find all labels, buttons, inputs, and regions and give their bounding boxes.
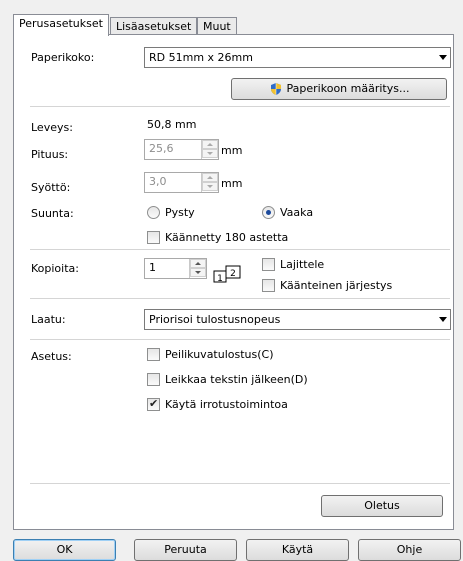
help-button[interactable]: Ohje xyxy=(358,539,461,561)
length-spinner[interactable]: 25,6 xyxy=(144,139,219,160)
feed-unit: mm xyxy=(221,177,243,190)
tab-lisaasetukset[interactable]: Lisäasetukset xyxy=(110,17,198,35)
paper-size-select[interactable]: RD 51mm x 26mm xyxy=(144,47,451,68)
separator xyxy=(30,249,450,250)
cut-after-text-label: Leikkaa tekstin jälkeen(D) xyxy=(165,373,308,386)
copies-label: Kopioita: xyxy=(31,262,79,275)
chevron-down-icon xyxy=(439,317,447,322)
spin-up-icon[interactable] xyxy=(190,259,206,268)
ok-button[interactable]: OK xyxy=(13,539,116,561)
quality-select[interactable]: Priorisoi tulostusnopeus xyxy=(144,309,451,330)
spin-up-icon[interactable] xyxy=(202,140,218,149)
mirror-print-label: Peilikuvatulostus(C) xyxy=(165,348,274,361)
paper-size-label: Paperikoko: xyxy=(31,51,95,64)
collate-checkbox[interactable] xyxy=(262,258,275,271)
uac-shield-icon xyxy=(270,83,281,95)
feed-label: Syöttö: xyxy=(31,181,71,194)
rotate-180-label: Käännetty 180 astetta xyxy=(165,231,289,244)
paper-size-define-label: Paperikoon määritys... xyxy=(286,82,410,95)
mirror-print-checkbox[interactable] xyxy=(147,348,160,361)
portrait-label: Pysty xyxy=(165,206,195,219)
quality-label: Laatu: xyxy=(31,313,66,326)
length-unit: mm xyxy=(221,144,243,157)
collate-icon-number-1: 1 xyxy=(217,274,223,283)
orientation-label: Suunta: xyxy=(31,207,74,220)
cancel-button[interactable]: Peruuta xyxy=(134,539,237,561)
separator xyxy=(30,483,450,484)
collate-label: Lajittele xyxy=(280,258,325,271)
spin-down-icon[interactable] xyxy=(202,182,218,191)
apply-button[interactable]: Käytä xyxy=(246,539,349,561)
copies-value: 1 xyxy=(149,261,156,274)
separator xyxy=(30,298,450,299)
cut-after-text-checkbox[interactable] xyxy=(147,373,160,386)
copies-spinner[interactable]: 1 xyxy=(144,258,207,279)
options-label: Asetus: xyxy=(31,350,72,363)
portrait-radio[interactable] xyxy=(147,206,160,219)
default-button[interactable]: Oletus xyxy=(321,495,443,517)
landscape-radio[interactable] xyxy=(262,206,275,219)
rotate-180-checkbox[interactable] xyxy=(147,231,160,244)
spin-down-icon[interactable] xyxy=(190,268,206,277)
tear-off-checkbox[interactable] xyxy=(147,397,160,411)
landscape-label: Vaaka xyxy=(280,206,314,219)
spin-down-icon[interactable] xyxy=(202,149,218,158)
feed-value: 3,0 xyxy=(149,175,167,188)
paper-size-define-button[interactable]: Paperikoon määritys... xyxy=(231,78,447,100)
feed-spinner[interactable]: 3,0 xyxy=(144,172,219,193)
width-value: 50,8 mm xyxy=(147,118,197,131)
separator xyxy=(30,339,450,340)
chevron-down-icon xyxy=(439,55,447,60)
separator xyxy=(30,106,450,107)
length-label: Pituus: xyxy=(31,148,69,161)
length-value: 25,6 xyxy=(149,142,174,155)
paper-size-value: RD 51mm x 26mm xyxy=(149,51,253,64)
reverse-order-label: Käänteinen järjestys xyxy=(280,279,393,292)
tab-perusasetukset[interactable]: Perusasetukset xyxy=(13,14,109,36)
collate-icon-number-2: 2 xyxy=(230,269,236,279)
tab-muut[interactable]: Muut xyxy=(197,17,237,35)
reverse-order-checkbox[interactable] xyxy=(262,279,275,292)
collate-pages-icon: 1 2 xyxy=(213,265,241,283)
spin-up-icon[interactable] xyxy=(202,173,218,182)
quality-value: Priorisoi tulostusnopeus xyxy=(149,313,281,326)
width-label: Leveys: xyxy=(31,121,73,134)
tear-off-label: Käytä irrotustoimintoa xyxy=(165,398,288,411)
